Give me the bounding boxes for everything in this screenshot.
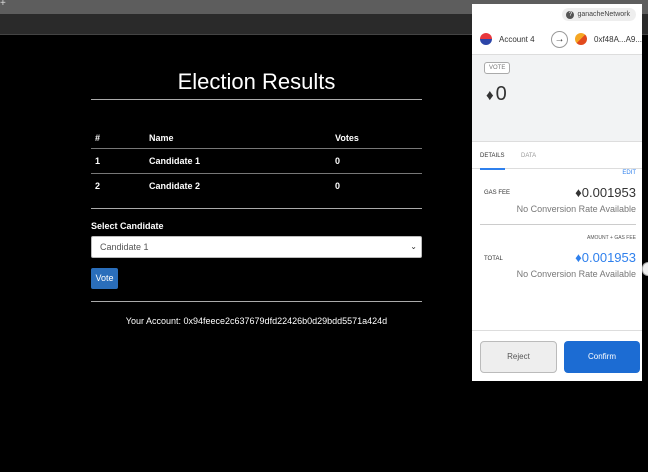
- page-title: Election Results: [177, 69, 336, 94]
- cell-name: Candidate 1: [145, 148, 331, 174]
- form-divider: [91, 301, 422, 302]
- network-selector[interactable]: ? ganacheNetwork: [562, 8, 636, 21]
- transaction-summary: VOTE ♦ 0: [472, 55, 642, 142]
- cell-votes: 0: [331, 148, 422, 174]
- title-divider: [91, 99, 422, 100]
- fee-divider: [480, 224, 636, 225]
- method-badge: VOTE: [484, 62, 511, 74]
- network-name: ganacheNetwork: [577, 11, 630, 18]
- candidate-select[interactable]: Candidate 1 ⌄: [91, 236, 422, 258]
- header-name: Name: [149, 133, 174, 143]
- chevron-down-icon: ⌄: [410, 242, 417, 251]
- gas-fee-conversion: No Conversion Rate Available: [516, 204, 636, 214]
- table-row: 2 Candidate 2 0: [91, 173, 422, 198]
- eth-amount: ♦ 0: [486, 83, 507, 106]
- gas-fee-value: ♦0.001953: [575, 185, 636, 200]
- total-amount: 0.001953: [581, 250, 636, 265]
- plus-icon[interactable]: +: [0, 0, 6, 9]
- tab-details[interactable]: DETAILS: [480, 153, 505, 170]
- scroll-handle[interactable]: [642, 262, 648, 276]
- ethereum-icon: ♦: [486, 87, 494, 104]
- total-label: TOTAL: [484, 256, 503, 262]
- sender-account-name: Account 4: [499, 35, 535, 44]
- election-dapp: Election Results # Name Votes 1 Candidat…: [91, 36, 422, 326]
- network-row: ? ganacheNetwork: [472, 4, 642, 24]
- confirm-button[interactable]: Confirm: [564, 341, 640, 373]
- account-address: Your Account: 0x94feece2c637679dfd22426b…: [125, 316, 388, 326]
- ethereum-icon: ♦: [575, 185, 582, 200]
- total-conversion: No Conversion Rate Available: [516, 269, 636, 279]
- cell-name: Candidate 2: [145, 173, 331, 198]
- edit-gas-link[interactable]: EDIT: [622, 170, 636, 176]
- candidate-select-value: Candidate 1: [100, 242, 149, 252]
- vote-button[interactable]: Vote: [91, 268, 118, 289]
- table-row: 1 Candidate 1 0: [91, 148, 422, 174]
- action-footer: Reject Confirm: [472, 330, 642, 382]
- header-number: #: [95, 133, 101, 143]
- account-row: Account 4 → 0xf48A...A9...: [472, 24, 642, 55]
- total-value: ♦0.001953: [575, 250, 636, 265]
- question-icon: ?: [566, 11, 575, 19]
- sender-avatar: [480, 33, 492, 45]
- recipient-address[interactable]: 0xf48A...A9...: [594, 35, 642, 44]
- tab-data[interactable]: DATA: [521, 153, 536, 159]
- gas-fee-amount: 0.001953: [581, 185, 636, 200]
- amount-gas-label: AMOUNT + GAS FEE: [587, 235, 636, 241]
- header-votes: Votes: [335, 133, 359, 143]
- gas-fee-label: GAS FEE: [484, 190, 511, 196]
- cell-votes: 0: [331, 173, 422, 198]
- table-header: # Name Votes: [91, 128, 422, 149]
- reject-button[interactable]: Reject: [480, 341, 557, 373]
- amount-value: 0: [495, 83, 507, 105]
- cell-number: 1: [91, 148, 145, 174]
- cell-number: 2: [91, 173, 145, 198]
- arrow-right-icon: →: [551, 31, 568, 48]
- ethereum-icon: ♦: [575, 250, 582, 265]
- select-candidate-label: Select Candidate: [91, 221, 164, 231]
- results-table: # Name Votes 1 Candidate 1 0 2 Candidate…: [91, 128, 422, 198]
- recipient-avatar: [575, 33, 587, 45]
- table-divider: [91, 208, 422, 209]
- detail-tabs: DETAILS DATA: [472, 142, 642, 170]
